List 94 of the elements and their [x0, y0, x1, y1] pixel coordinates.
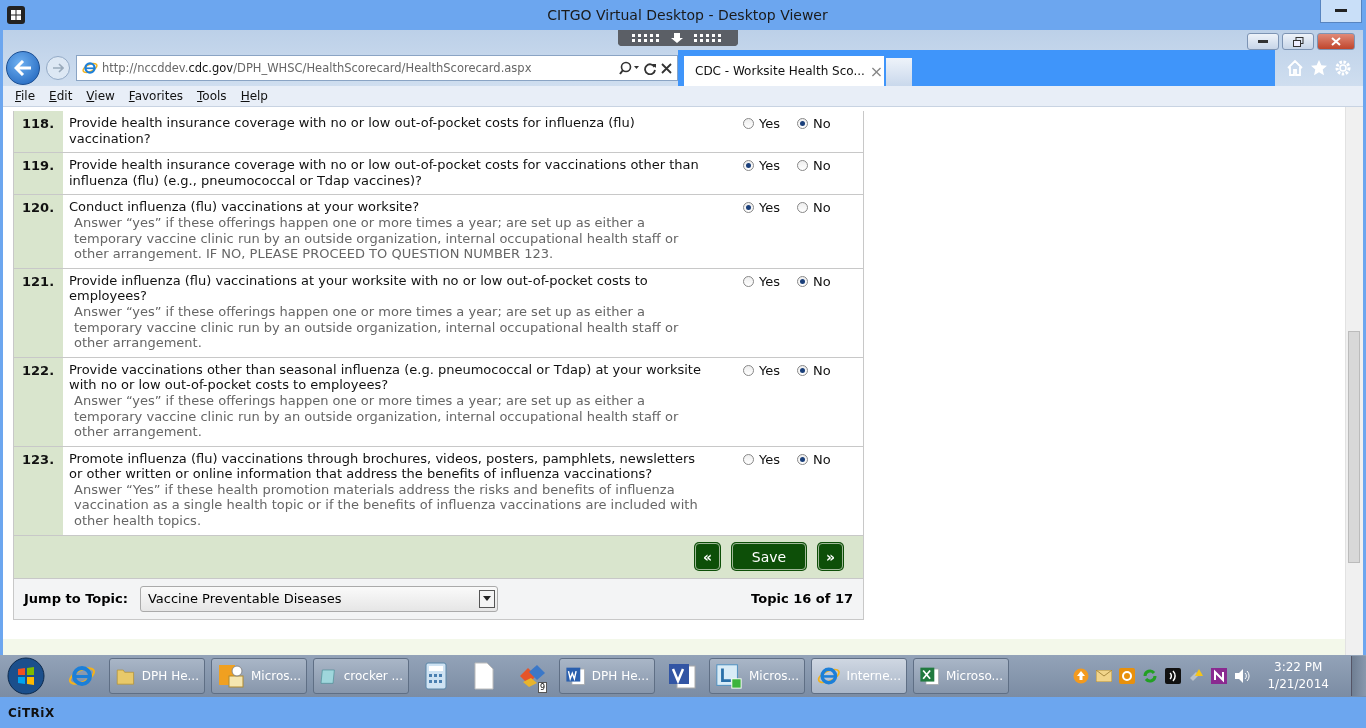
minimize-icon — [1258, 40, 1268, 43]
scrollbar[interactable] — [1345, 107, 1363, 656]
windows-logo-icon[interactable] — [7, 6, 25, 24]
close-button[interactable] — [1317, 33, 1355, 50]
answer-hint: Answer “yes” if these offerings happen one or more times a year; are set up as either a temporary vaccine clinic run by an outside organization, internal occupational health staff or other arrangement. — [73, 303, 680, 351]
left-arrow-icon — [14, 60, 32, 76]
radio-label: No — [813, 116, 831, 131]
menu-item[interactable]: Favorites — [125, 89, 195, 103]
radio-label: Yes — [759, 200, 780, 216]
next-button[interactable]: » — [818, 543, 843, 571]
question-text: Promote influenza (flu) vaccinations through brochures, videos, posters, pamphlets, newsletters or other written or online information that address the benefits of influenza vaccinations? — [69, 450, 697, 482]
browser-tab[interactable]: CDC - Worksite Health Sco... × — [684, 56, 884, 86]
radio-label: No — [813, 158, 831, 174]
caret-icon — [482, 596, 491, 602]
radio-button[interactable] — [743, 364, 754, 376]
radio-button[interactable] — [797, 275, 808, 287]
question-text: Provide health insurance coverage with no or low out-of-pocket costs for vaccinations other than influenza (flu) (e.g., pneumococcal or Tdap vaccines)? — [69, 157, 700, 189]
menu-item[interactable]: Edit — [46, 89, 84, 103]
letter-l-icon — [715, 662, 743, 691]
answer-hint: Answer “Yes” if these health promotion materials address the risks and benefits of influenza vaccination as a single health topic or if the benefits of influenza vaccinations are included with other health topics. — [73, 481, 699, 529]
minimize-icon — [1335, 9, 1347, 13]
topic-dropdown[interactable]: Vaccine Preventable Diseases — [139, 585, 498, 612]
question-number: 120. — [14, 195, 63, 268]
radio-button[interactable] — [797, 453, 808, 465]
radio-button[interactable] — [743, 202, 754, 214]
question-text: Provide influenza (flu) vaccinations at your worksite with no or low out-of-pocket costs to employees? — [69, 272, 649, 304]
window-title: CITGO Virtual Desktop - Desktop Viewer — [546, 7, 829, 23]
radio-button[interactable] — [797, 364, 808, 376]
menu-item[interactable]: Tools — [194, 89, 238, 103]
radio-label: No — [813, 273, 831, 289]
radio-button[interactable] — [797, 118, 808, 129]
document-v-icon[interactable] — [667, 662, 697, 691]
citrix-logo: CiTRiX — [8, 705, 55, 720]
address-bar[interactable]: http://nccddev.cdc.gov/DPH_WHSC/HealthScorecard/HealthScorecard.aspx — [76, 55, 678, 81]
radio-button[interactable] — [743, 160, 754, 172]
topic-position: Topic 16 of 17 — [751, 591, 853, 607]
speaker-icon[interactable] — [1234, 668, 1253, 685]
tab-close-button[interactable]: × — [869, 61, 884, 81]
back-button[interactable] — [6, 51, 40, 85]
menu-item[interactable]: Help — [237, 89, 279, 103]
right-arrow-icon — [52, 63, 64, 73]
answer-hint: Answer “yes” if these offerings happen one or more times a year; are set up as either a temporary vaccine clinic run by an outside organization, internal occupational health staff or other arrangement. — [73, 392, 680, 440]
signal-waves-icon[interactable] — [1165, 668, 1182, 685]
radio-button[interactable] — [797, 202, 808, 214]
minimize-button[interactable] — [1247, 33, 1279, 50]
blank-document-icon[interactable] — [473, 662, 495, 691]
star-icon[interactable] — [1310, 59, 1328, 77]
clock-time: 3:22 PM — [1273, 659, 1324, 677]
radio-label: Yes — [759, 362, 780, 378]
previous-button[interactable]: « — [695, 543, 720, 571]
letter-n-icon[interactable] — [1211, 668, 1228, 685]
radio-label: Yes — [759, 451, 780, 467]
radio-label: Yes — [759, 273, 780, 289]
start-button[interactable] — [5, 656, 47, 697]
radio-button[interactable] — [797, 160, 808, 172]
restore-icon — [1292, 36, 1304, 47]
radio-label: Yes — [759, 158, 780, 174]
show-desktop-button[interactable] — [1351, 656, 1366, 697]
url-text: http://nccddev.cdc.gov/DPH_WHSC/HealthScorecard/HealthScorecard.aspx — [102, 61, 533, 75]
letter-o-icon[interactable] — [1119, 668, 1136, 685]
jump-label: Jump to Topic: — [24, 591, 128, 607]
question-number: 123. — [14, 446, 63, 535]
save-button[interactable]: Save — [732, 543, 806, 571]
question-number: 121. — [14, 268, 63, 357]
windows-orb-icon — [7, 657, 45, 696]
toolbar-handle[interactable] — [618, 30, 738, 46]
count-badge: 9 — [537, 682, 547, 694]
mail-clock-icon — [217, 662, 245, 691]
refresh-icon[interactable] — [644, 61, 657, 75]
minimize-button[interactable] — [1320, 0, 1362, 23]
close-icon[interactable] — [661, 62, 672, 74]
scrollbar-thumb[interactable] — [1348, 331, 1360, 563]
search-icon[interactable] — [618, 61, 640, 75]
menu-item[interactable]: View — [83, 89, 126, 103]
restore-button[interactable] — [1282, 33, 1314, 50]
question-number: 119. — [14, 153, 63, 195]
radio-label: No — [813, 362, 831, 378]
calculator-icon[interactable] — [424, 662, 448, 691]
question-text: Provide vaccinations other than seasonal influenza (e.g. pneumococcal or Tdap) at your worksite with no or low out-of-pocket costs to employees? — [69, 361, 702, 393]
question-number: 118. — [14, 111, 63, 153]
question-text: Conduct influenza (flu) vaccinations at your worksite? — [69, 199, 421, 215]
radio-button[interactable] — [743, 275, 754, 287]
menu-item[interactable]: File — [12, 89, 47, 103]
answer-hint: Answer “yes” if these offerings happen one or more times a year; are set up as either a temporary vaccine clinic run by an outside organization, internal occupational health staff or other arrangement. IF NO, PLEASE PROCEED TO QUESTION NUMBER 123. — [73, 214, 680, 262]
question-number: 122. — [14, 357, 63, 446]
radio-label: No — [813, 200, 831, 216]
radio-label: Yes — [759, 116, 780, 131]
radio-button[interactable] — [743, 118, 754, 129]
clock-date: 1/21/2014 — [1267, 676, 1329, 694]
radio-button[interactable] — [743, 453, 754, 465]
radio-label: No — [813, 451, 831, 467]
close-icon — [1331, 37, 1341, 46]
question-text: Provide health insurance coverage with no or low out-of-pocket costs for influenza (flu) vaccination? — [69, 115, 636, 147]
browser-e-icon — [82, 60, 98, 76]
